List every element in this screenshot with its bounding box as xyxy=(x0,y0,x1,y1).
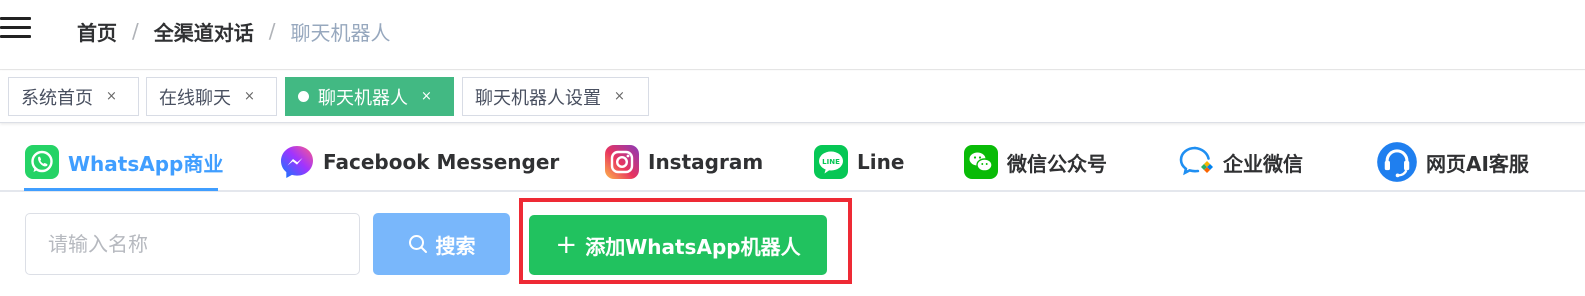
tag-chatbot-settings[interactable]: 聊天机器人设置 × xyxy=(462,77,649,116)
breadcrumb-current: 聊天机器人 xyxy=(290,20,391,45)
tag-online-chat[interactable]: 在线聊天 × xyxy=(146,77,277,116)
tab-label: Instagram xyxy=(648,150,764,174)
hamburger-menu-icon[interactable] xyxy=(0,15,32,41)
page: 首页 / 全渠道对话 / 聊天机器人 系统首页 × 在线聊天 × 聊天机器人 ×… xyxy=(0,0,1585,296)
breadcrumb-separator: / xyxy=(268,19,276,43)
tab-label: 微信公众号 xyxy=(1007,151,1107,176)
tag-label: 聊天机器人设置 xyxy=(475,87,601,109)
add-whatsapp-bot-button[interactable]: + 添加WhatsApp机器人 xyxy=(529,215,827,275)
tag-label: 系统首页 xyxy=(21,87,93,109)
breadcrumb: 首页 / 全渠道对话 / 聊天机器人 xyxy=(77,16,391,46)
whatsapp-icon xyxy=(25,145,59,179)
tab-wechat-official[interactable]: 微信公众号 xyxy=(963,142,1107,182)
tags-view: 系统首页 × 在线聊天 × 聊天机器人 × 聊天机器人设置 × xyxy=(0,71,1585,123)
instagram-icon xyxy=(605,145,639,179)
tag-label: 在线聊天 xyxy=(159,87,231,109)
svg-text:LINE: LINE xyxy=(822,158,840,166)
wecom-icon xyxy=(1179,146,1213,176)
tag-system-home[interactable]: 系统首页 × xyxy=(8,77,139,116)
tab-label: WhatsApp商业 xyxy=(68,151,224,176)
tab-label: 网页AI客服 xyxy=(1426,151,1529,176)
active-dot-icon xyxy=(298,91,309,102)
search-button[interactable]: 搜索 xyxy=(373,213,510,275)
plus-icon: + xyxy=(555,230,578,260)
close-icon[interactable]: × xyxy=(614,89,625,104)
add-button-label: 添加WhatsApp机器人 xyxy=(585,234,801,259)
web-ai-service-icon xyxy=(1377,142,1417,182)
tab-web-ai-service[interactable]: 网页AI客服 xyxy=(1376,142,1529,182)
tag-chatbot[interactable]: 聊天机器人 × xyxy=(285,77,454,116)
wechat-icon xyxy=(964,145,998,179)
tab-whatsapp[interactable]: WhatsApp商业 xyxy=(24,142,223,182)
name-search-input[interactable] xyxy=(25,213,360,275)
tab-label: 企业微信 xyxy=(1223,151,1303,176)
tab-label: Facebook Messenger xyxy=(323,150,560,174)
messenger-icon xyxy=(281,146,313,178)
tab-facebook-messenger[interactable]: Facebook Messenger xyxy=(279,142,559,182)
search-icon xyxy=(408,235,427,253)
tag-label: 聊天机器人 xyxy=(318,87,408,109)
tab-label: Line xyxy=(857,150,905,174)
channel-tabs: WhatsApp商业 Facebook Messenger Instagram … xyxy=(0,124,1585,192)
active-tab-indicator xyxy=(24,188,218,191)
close-icon[interactable]: × xyxy=(421,89,432,104)
tab-line[interactable]: LINE Line xyxy=(813,142,904,182)
top-navbar: 首页 / 全渠道对话 / 聊天机器人 xyxy=(0,0,1585,70)
tab-wecom[interactable]: 企业微信 xyxy=(1179,142,1303,182)
search-button-label: 搜索 xyxy=(435,233,476,258)
close-icon[interactable]: × xyxy=(106,89,117,104)
breadcrumb-separator: / xyxy=(132,19,139,43)
line-icon: LINE xyxy=(814,145,848,179)
tab-instagram[interactable]: Instagram xyxy=(604,142,763,182)
breadcrumb-omnichannel[interactable]: 全渠道对话 xyxy=(154,17,254,46)
breadcrumb-home[interactable]: 首页 xyxy=(77,17,117,46)
close-icon[interactable]: × xyxy=(244,89,255,104)
